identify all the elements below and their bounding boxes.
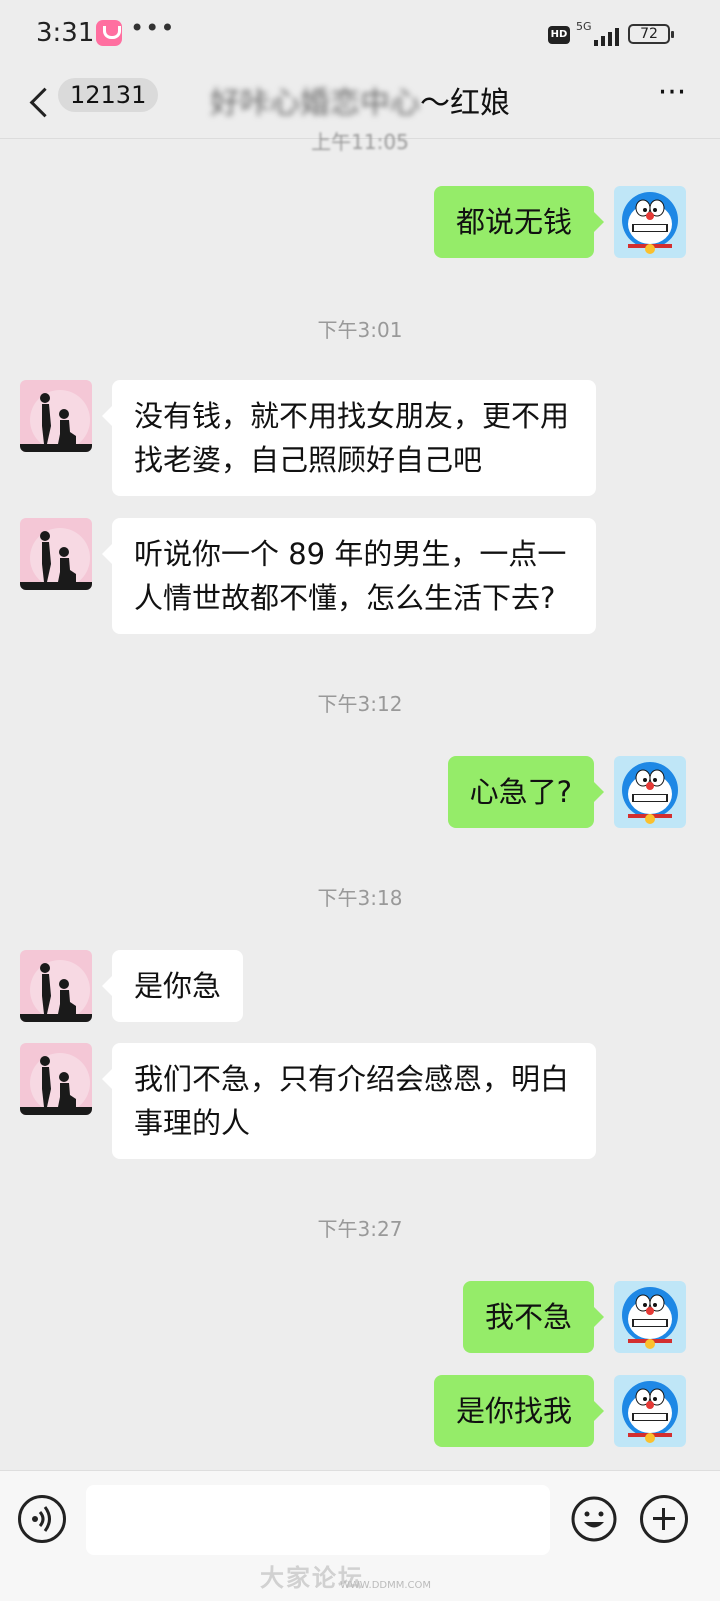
message-outgoing[interactable]: 是你找我 [433, 1375, 605, 1447]
contact-avatar[interactable] [20, 1043, 92, 1115]
more-notifications-icon: ••• [130, 14, 176, 42]
voice-icon [32, 1506, 51, 1532]
status-time: 3:31 [36, 18, 95, 48]
chat-title: 好咔心婚恋中心～红娘 [0, 78, 720, 122]
chat-title-blurred: 好咔心婚恋中心 [210, 86, 420, 121]
timestamp: 下午3:01 [317, 318, 403, 342]
my-avatar[interactable] [614, 756, 686, 828]
contact-avatar[interactable] [20, 380, 92, 452]
chat-title-suffix: ～红娘 [420, 86, 510, 121]
message-incoming[interactable]: 我们不急，只有介绍会感恩，明白事理的人 [102, 1043, 596, 1159]
proposal-silhouette-icon [20, 380, 92, 452]
network-type: 5G [576, 20, 592, 33]
timestamp: 下午3:12 [317, 692, 403, 716]
timestamp: 下午3:27 [317, 1217, 403, 1241]
timestamp-partial: 上午11:05 [311, 130, 409, 154]
signal-icon [592, 24, 622, 46]
message-outgoing[interactable]: 心急了? [447, 756, 605, 828]
contact-avatar[interactable] [20, 518, 92, 590]
emoji-icon [571, 1496, 617, 1542]
emoji-button[interactable] [570, 1495, 618, 1543]
my-avatar[interactable] [614, 186, 686, 258]
status-bar: 3:31 ••• HD 5G 72 [0, 0, 720, 70]
proposal-silhouette-icon [20, 950, 92, 1022]
contact-avatar[interactable] [20, 950, 92, 1022]
message-incoming[interactable]: 听说你一个 89 年的男生，一点一人情世故都不懂，怎么生活下去? [102, 518, 596, 634]
watermark-url: WWW.DDMM.COM [340, 1580, 432, 1591]
more-functions-button[interactable] [640, 1495, 688, 1543]
doraemon-avatar-icon [614, 1375, 686, 1447]
message-outgoing[interactable]: 都说无钱 [433, 186, 605, 258]
message-outgoing[interactable]: 我不急 [462, 1281, 605, 1353]
battery-icon: 72 [628, 24, 674, 44]
voice-input-button[interactable] [18, 1495, 66, 1543]
timestamp: 下午3:18 [317, 886, 403, 910]
hd-icon: HD [548, 26, 570, 44]
app-notification-icon [96, 20, 122, 46]
my-avatar[interactable] [614, 1375, 686, 1447]
message-input[interactable] [86, 1485, 550, 1555]
doraemon-avatar-icon [614, 1281, 686, 1353]
proposal-silhouette-icon [20, 518, 92, 590]
proposal-silhouette-icon [20, 1043, 92, 1115]
doraemon-avatar-icon [614, 186, 686, 258]
doraemon-avatar-icon [614, 756, 686, 828]
more-options-button[interactable]: ··· [652, 78, 692, 112]
my-avatar[interactable] [614, 1281, 686, 1353]
message-incoming[interactable]: 没有钱，就不用找女朋友，更不用找老婆，自己照顾好自己吧 [102, 380, 596, 496]
message-incoming[interactable]: 是你急 [101, 950, 244, 1022]
